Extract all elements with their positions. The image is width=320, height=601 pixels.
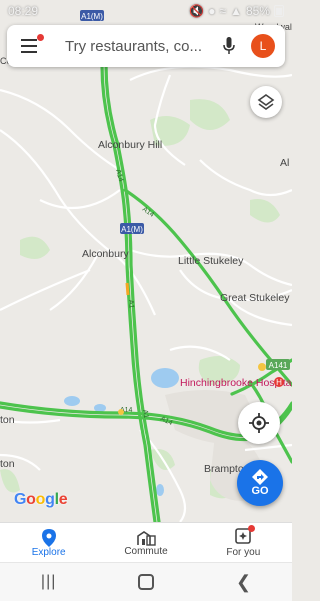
menu-icon — [21, 39, 37, 41]
layers-icon — [257, 94, 275, 110]
search-bar[interactable]: Try restaurants, co... L — [7, 25, 285, 67]
tab-explore[interactable]: Explore — [0, 523, 97, 563]
signal-icon: ▲ — [230, 4, 242, 18]
place-label: Little Stukeley — [178, 255, 244, 267]
layers-button[interactable] — [250, 86, 282, 118]
crosshair-icon — [249, 413, 269, 433]
pin-icon — [41, 528, 56, 547]
hospital-icon[interactable]: H — [274, 377, 284, 387]
tab-for-you[interactable]: For you — [195, 523, 292, 563]
notification-dot — [37, 34, 44, 41]
menu-button[interactable] — [7, 25, 44, 67]
notification-dot — [248, 525, 256, 532]
bottom-navigation: Explore Commute For you — [0, 522, 292, 563]
place-label: Al — [280, 157, 289, 169]
search-input[interactable]: Try restaurants, co... — [43, 38, 217, 55]
microphone-icon[interactable] — [217, 25, 241, 67]
location-icon: ● — [208, 4, 216, 18]
directions-icon — [252, 469, 268, 485]
place-label: Alconbury Hill — [98, 139, 162, 151]
map-canvas[interactable]: A1(M) A1(M) A141 A14 A14 A1 A1 A14 A14 A… — [0, 0, 292, 522]
system-navigation-bar: ||| ❮ — [0, 562, 292, 601]
go-button[interactable]: GO — [237, 460, 283, 506]
place-label: Great Stukeley — [220, 292, 290, 304]
mute-icon: 🔇 — [189, 4, 205, 18]
place-label: ton — [0, 458, 15, 470]
svg-text:A141: A141 — [269, 361, 288, 370]
avatar[interactable]: L — [251, 34, 275, 58]
battery-icon — [274, 5, 284, 17]
recent-apps-icon[interactable]: ||| — [41, 573, 56, 591]
status-icons: 🔇 ● ≈ ▲ 85% — [189, 4, 284, 18]
tab-label: For you — [226, 547, 261, 558]
tab-label: Commute — [124, 545, 168, 557]
road-shield-a141: A141 — [266, 359, 290, 370]
menu-icon-line — [21, 51, 37, 53]
back-icon[interactable]: ❮ — [236, 572, 251, 593]
svg-text:H: H — [276, 378, 282, 387]
poi-icon — [258, 363, 266, 371]
google-logo: Google — [14, 491, 68, 508]
status-time: 08:29 — [8, 4, 39, 18]
menu-icon-line — [21, 45, 37, 47]
commute-icon — [137, 530, 156, 546]
road-label-a1: A1 — [127, 300, 135, 309]
tab-commute[interactable]: Commute — [97, 523, 194, 563]
road-shield-a1m-mid: A1(M) — [120, 223, 144, 234]
map-view[interactable]: A1(M) A1(M) A141 A14 A14 A1 A1 A14 A14 A… — [0, 0, 292, 522]
battery-level: 85% — [245, 4, 270, 18]
home-icon[interactable] — [138, 574, 155, 590]
poi-icon — [118, 409, 124, 415]
svg-text:A1(M): A1(M) — [121, 225, 143, 234]
tab-label: Explore — [31, 546, 66, 558]
road-label-a1: A1 — [141, 409, 149, 419]
wifi-icon: ≈ — [219, 4, 227, 18]
go-label: GO — [251, 485, 269, 497]
status-bar: 08:29 🔇 ● ≈ ▲ 85% — [0, 0, 292, 22]
my-location-button[interactable] — [238, 402, 280, 444]
traffic-slow-segment — [125, 282, 130, 296]
place-label: Alconbury — [82, 248, 129, 260]
place-label: ton — [0, 414, 15, 426]
